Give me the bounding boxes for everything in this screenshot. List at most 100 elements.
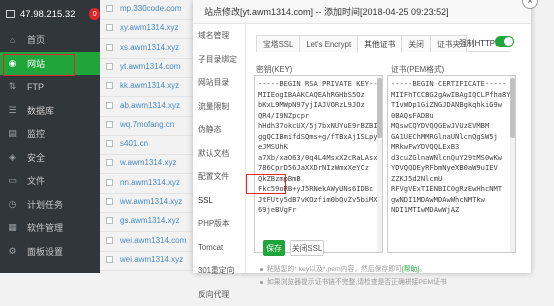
modal-nav-item[interactable]: 反向代理 — [193, 283, 245, 306]
row-checkbox[interactable] — [106, 44, 113, 51]
server-header: 47.98.215.32 0 — [0, 0, 100, 28]
text-line: -----BEGIN RSA PRIVATE KEY----- — [258, 79, 379, 90]
row-checkbox[interactable] — [106, 140, 113, 147]
site-name[interactable]: wei.awm1314.xyz — [120, 255, 183, 264]
key-scrollbar[interactable] — [377, 76, 382, 252]
sidebar-item-5[interactable]: ◈安全 — [0, 146, 100, 170]
site-name[interactable]: ww.awm1314.xyz — [120, 197, 182, 206]
site-name[interactable]: mp.330code.com — [120, 4, 181, 13]
modal-nav-item[interactable]: 域名管理 — [193, 24, 245, 48]
cert-scrollbar[interactable] — [510, 76, 515, 252]
site-name[interactable]: wq.7mofang.cn — [120, 120, 174, 129]
text-line: NDI1MTIwMDAwWjAZ — [391, 205, 512, 216]
modal-nav-item[interactable]: SSL — [193, 189, 245, 213]
row-checkbox[interactable] — [106, 237, 113, 244]
gear-icon: ⚙ — [7, 246, 18, 257]
sidebar-item-6[interactable]: ▭ 文件 — [0, 169, 100, 193]
ssl-panel: 宝塔SSLLet's Encrypt其他证书关闭证书夹 强制HTTPS 密钥(K… — [247, 24, 531, 273]
highlight-box-ssl — [246, 174, 286, 194]
row-checkbox[interactable] — [106, 217, 113, 224]
tab-3[interactable]: 关闭 — [401, 35, 431, 52]
tab-1[interactable]: Let's Encrypt — [299, 35, 358, 52]
home-icon: ⌂ — [7, 34, 18, 45]
sidebar-item-label: 面板设置 — [27, 245, 63, 258]
server-ip: 47.98.215.32 — [20, 9, 75, 20]
close-ssl-button[interactable]: 关闭SSL — [290, 240, 324, 256]
row-checkbox[interactable] — [106, 24, 113, 31]
sidebar-item-label: 计划任务 — [27, 198, 63, 211]
sidebar-item-label: 监控 — [27, 127, 45, 140]
site-name[interactable]: gs.awm1314.xyz — [120, 216, 180, 225]
row-divider — [100, 212, 193, 213]
row-divider — [100, 173, 193, 174]
row-checkbox[interactable] — [106, 159, 113, 166]
row-divider — [100, 135, 193, 136]
key-label: 密钥(KEY) — [256, 64, 292, 75]
modal-nav-item[interactable]: 子目录绑定 — [193, 48, 245, 72]
sidebar-item-label: 文件 — [27, 174, 45, 187]
help-link[interactable]: [帮助] — [402, 266, 419, 273]
text-line: T1vWDp1GiZNGJDANBgkqhkiG9w — [391, 100, 512, 111]
text-line: QR4/I9NZpcpr — [258, 111, 379, 122]
row-checkbox[interactable] — [106, 256, 113, 263]
help-note-1: 粘贴您的*.key以及*.pem内容，然后保存即可[帮助]。 — [260, 263, 426, 273]
site-name[interactable]: w.awm1314.xyz — [120, 158, 176, 167]
sidebar-item-8[interactable]: ▦软件管理 — [0, 216, 100, 240]
modal-nav-item[interactable]: 网站目录 — [193, 71, 245, 95]
sidebar-item-4[interactable]: ▤监控 — [0, 122, 100, 146]
row-checkbox[interactable] — [106, 63, 113, 70]
site-name[interactable]: nn.awm1314.xyz — [120, 178, 180, 187]
row-divider — [100, 231, 193, 232]
sidebar-item-label: FTP — [27, 82, 44, 92]
site-name[interactable]: wei.awm1314.com — [120, 236, 186, 245]
modal-nav-item[interactable]: PHP版本 — [193, 212, 245, 236]
tab-2[interactable]: 其他证书 — [357, 35, 402, 53]
text-line: JtFUty5dB7vKOzfim0bQvZv5biMX — [258, 195, 379, 206]
cert-textarea[interactable]: -----BEGIN CERTIFICATE-----MIIFhTCCBG2gA… — [387, 75, 516, 253]
row-divider — [100, 251, 193, 252]
row-checkbox[interactable] — [106, 121, 113, 128]
force-https-label: 强制HTTPS — [459, 38, 500, 49]
text-line: MIIEogIBAAKCAQEAhRGHbS5Oz — [258, 90, 379, 101]
modal-title: 站点修改[yt.awm1314.com] -- 添加时间[2018-04-25 … — [193, 0, 531, 24]
folder-icon: ▭ — [7, 175, 18, 186]
row-divider — [100, 154, 193, 155]
sidebar-item-3[interactable]: ☰数据库 — [0, 99, 100, 123]
site-name[interactable]: yt.awm1314.com — [120, 62, 180, 71]
modal-nav-item[interactable]: 配置文件 — [193, 165, 245, 189]
bullet-icon — [260, 268, 263, 271]
site-name[interactable]: s401.cn — [120, 139, 148, 148]
notification-badge[interactable]: 0 — [89, 8, 100, 20]
text-line: RFVgVExTIENBIC0gRzEwHhcNMT — [391, 184, 512, 195]
row-checkbox[interactable] — [106, 82, 113, 89]
sidebar-item-0[interactable]: ⌂首页 — [0, 28, 100, 52]
force-https-toggle[interactable] — [495, 36, 514, 47]
text-line: 786CprD56JaXXDrNIzWmxXeYCz — [258, 163, 379, 174]
sidebar-item-7[interactable]: ◷计划任务 — [0, 193, 100, 217]
modal-nav-item[interactable]: 流量限制 — [193, 95, 245, 119]
modal-nav-item[interactable]: 301重定向 — [193, 259, 245, 283]
modal-nav-item[interactable]: Tomcat — [193, 236, 245, 260]
help-note-2: 如果浏览器提示证书链不完整,请检查是否正确拼接PEM证书 — [260, 276, 447, 286]
row-checkbox[interactable] — [106, 5, 113, 12]
row-checkbox[interactable] — [106, 198, 113, 205]
bullet-icon — [260, 281, 263, 284]
modal-nav-item[interactable]: 伪静态 — [193, 118, 245, 142]
row-checkbox[interactable] — [106, 102, 113, 109]
text-line: hHdh37okcUX/5j7bxNUYuE9rBZBI — [258, 121, 379, 132]
sidebar-item-2[interactable]: ⇅FTP — [0, 75, 100, 99]
site-name[interactable]: kk.awm1314.xyz — [120, 81, 179, 90]
site-name[interactable]: xy.awm1314.xyz — [120, 23, 179, 32]
key-textarea[interactable]: -----BEGIN RSA PRIVATE KEY-----MIIEogIBA… — [254, 75, 383, 253]
sidebar-item-9[interactable]: ⚙ 面板设置 — [0, 240, 100, 264]
site-name[interactable]: ab.awm1314.xyz — [120, 101, 180, 110]
database-icon: ☰ — [7, 105, 18, 116]
tab-0[interactable]: 宝塔SSL — [256, 35, 300, 52]
row-checkbox[interactable] — [106, 179, 113, 186]
row-divider — [100, 19, 193, 20]
text-line: -----BEGIN CERTIFICATE----- — [391, 79, 512, 90]
grid-icon: ▦ — [7, 222, 18, 233]
site-name[interactable]: xs.awm1314.xyz — [120, 43, 179, 52]
save-button[interactable]: 保存 — [263, 240, 285, 256]
modal-nav-item[interactable]: 默认文档 — [193, 142, 245, 166]
